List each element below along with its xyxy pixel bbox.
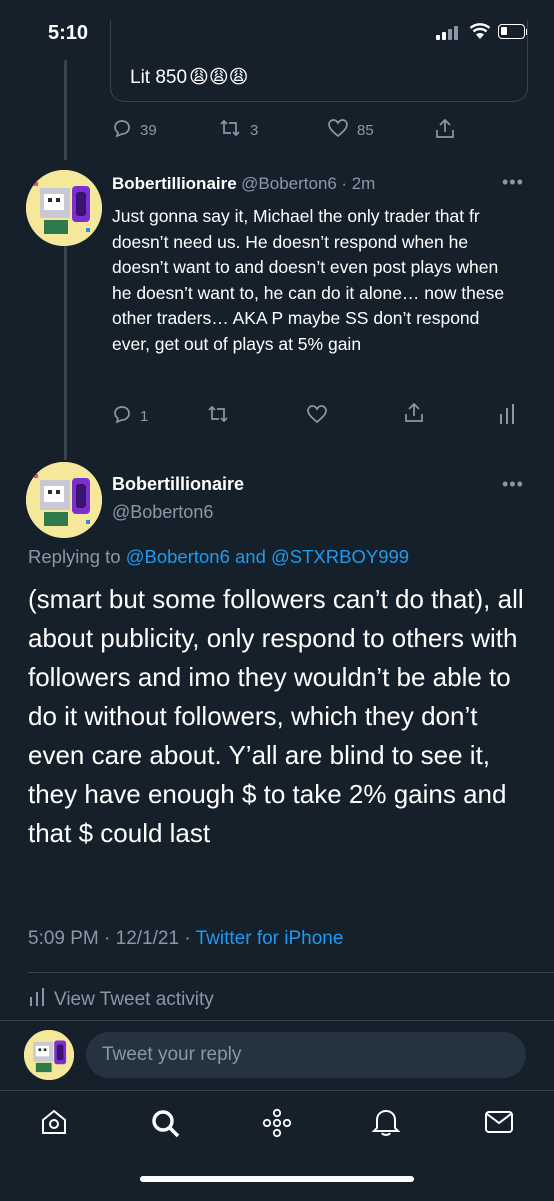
reply-input-placeholder: Tweet your reply	[102, 1044, 242, 1065]
reply-icon	[112, 404, 132, 428]
quoted-retweet-button[interactable]: 3	[218, 118, 258, 142]
main-more-options-icon[interactable]: •••	[502, 474, 524, 495]
main-avatar[interactable]	[26, 462, 102, 538]
reply-count: 39	[140, 121, 157, 139]
retweet-icon	[206, 404, 230, 428]
handle[interactable]: @Boberton6	[241, 174, 337, 193]
weary-face-emoji: 😩😩😩	[189, 67, 249, 88]
reply-count: 1	[140, 407, 149, 425]
composer-avatar	[24, 1030, 74, 1080]
status-time: 5:10	[48, 22, 89, 44]
quoted-tweet-text: Lit 850 😩😩😩	[130, 67, 249, 88]
retweet-count: 3	[250, 121, 259, 139]
tweet-analytics-button[interactable]	[500, 404, 514, 428]
bottom-tab-bar	[0, 1090, 554, 1201]
avatar[interactable]	[26, 170, 102, 246]
like-button[interactable]	[306, 404, 328, 428]
heart-icon	[306, 404, 328, 428]
spaces-icon[interactable]	[262, 1108, 292, 1143]
tweet-source[interactable]: Twitter for iPhone	[196, 928, 344, 949]
pixel-robot-avatar-icon	[24, 1030, 74, 1080]
replying-to-user2[interactable]: @STXRBOY999	[271, 546, 409, 567]
thread-connector-line-2	[64, 246, 67, 460]
display-name[interactable]: Bobertillionaire	[112, 174, 237, 193]
quoted-like-button[interactable]: 85	[327, 118, 374, 142]
reply-tweet-text: Just gonna say it, Michael the only trad…	[112, 206, 505, 354]
quoted-reply-button[interactable]: 39	[112, 118, 157, 142]
messages-icon[interactable]	[484, 1108, 514, 1141]
share-icon	[435, 118, 455, 144]
pixel-robot-avatar-icon	[26, 462, 102, 538]
replying-to-line: Replying to @Boberton6 and @STXRBOY999	[28, 546, 409, 568]
main-display-name[interactable]: Bobertillionaire	[112, 474, 244, 495]
share-button[interactable]	[404, 402, 424, 428]
quoted-share-button[interactable]	[435, 118, 455, 144]
main-tweet-text: (smart but some followers can’t do that)…	[28, 584, 524, 848]
search-icon[interactable]	[150, 1108, 180, 1143]
thread-connector-line	[64, 60, 67, 160]
view-tweet-activity[interactable]: View Tweet activity	[30, 988, 214, 1012]
more-options-icon[interactable]: •••	[502, 172, 524, 193]
tweet-age: · 2m	[341, 174, 376, 193]
reply-icon	[112, 118, 132, 142]
main-handle[interactable]: @Boberton6	[112, 502, 213, 523]
retweet-icon	[218, 118, 242, 142]
analytics-icon	[30, 988, 44, 1012]
notifications-icon[interactable]	[371, 1107, 401, 1142]
reply-button[interactable]: 1	[112, 404, 148, 428]
home-indicator	[140, 1176, 414, 1182]
tweet-meta: 5:09 PM · 12/1/21 · Twitter for iPhone	[28, 928, 343, 950]
tweet-timestamp: 5:09 PM · 12/1/21 ·	[28, 928, 191, 949]
replying-to-and: and	[235, 546, 266, 567]
divider	[28, 972, 554, 973]
retweet-button[interactable]	[206, 404, 230, 428]
divider-2	[0, 1020, 554, 1021]
replying-to-label: Replying to	[28, 546, 121, 567]
view-tweet-activity-label: View Tweet activity	[54, 989, 214, 1010]
reply-tweet-header: Bobertillionaire @Boberton6 · 2m	[112, 174, 375, 194]
heart-icon	[327, 118, 349, 142]
quoted-tweet-card[interactable]	[110, 20, 528, 102]
pixel-robot-avatar-icon	[26, 170, 102, 246]
home-icon[interactable]	[40, 1108, 68, 1141]
like-count: 85	[357, 121, 374, 139]
share-icon	[404, 402, 424, 428]
replying-to-user1[interactable]: @Boberton6	[126, 546, 230, 567]
analytics-icon	[500, 404, 514, 428]
